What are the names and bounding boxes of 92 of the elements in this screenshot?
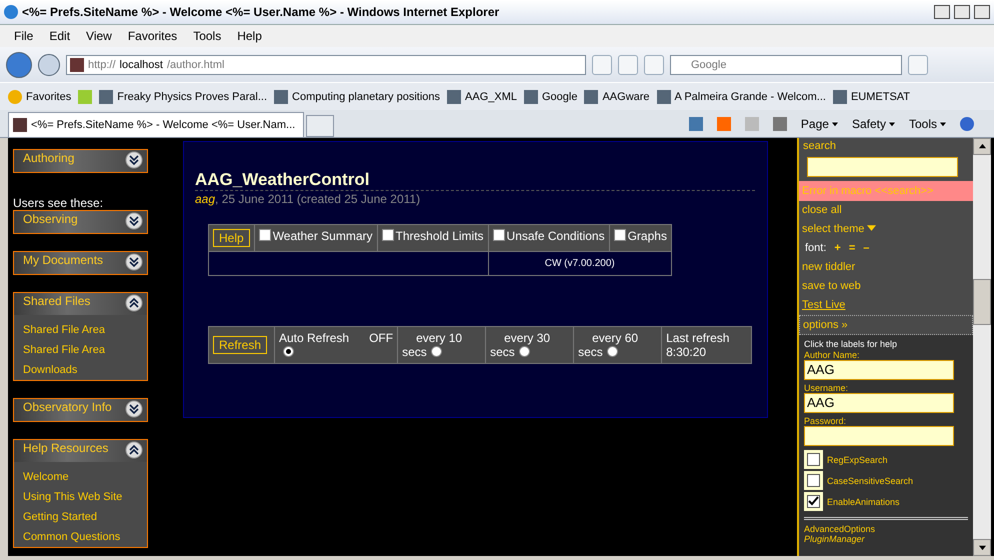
menu-item[interactable]: Edit (49, 29, 70, 43)
favorite-link[interactable]: A Palmeira Grande - Welcom... (656, 90, 826, 104)
menu-item[interactable]: View (86, 29, 112, 43)
menu-item[interactable]: File (14, 29, 34, 43)
collapse-icon[interactable] (125, 441, 143, 459)
expand-icon[interactable] (125, 151, 143, 169)
back-button[interactable] (6, 52, 32, 78)
caret-icon (940, 121, 946, 127)
option-checkbox[interactable] (804, 492, 823, 511)
expand-icon[interactable] (125, 212, 143, 230)
last-refresh-text: Last refresh 8:30:20 (662, 326, 752, 364)
field-label[interactable]: Author Name: (804, 350, 968, 360)
toggle-checkbox[interactable]: Graphs (609, 224, 672, 252)
font-size-button[interactable]: + (834, 242, 841, 255)
interval-option[interactable]: every 10 secs (398, 326, 486, 364)
minimize-button[interactable] (934, 5, 950, 19)
sidebar-link[interactable]: Downloads (23, 363, 138, 377)
interval-option[interactable]: every 30 secs (486, 326, 574, 364)
error-message: Error in macro <<search>> (799, 181, 973, 201)
options-link[interactable]: PluginManager (804, 534, 968, 544)
sidebar-link[interactable]: save to web (799, 277, 973, 296)
scroll-thumb[interactable] (973, 279, 991, 325)
font-size-button[interactable]: – (863, 242, 870, 255)
sidebar-link[interactable]: Shared File Area (23, 323, 138, 337)
refresh-button[interactable]: Refresh (213, 336, 268, 354)
favorite-link[interactable]: AAG_XML (447, 90, 517, 104)
maximize-button[interactable] (954, 5, 970, 19)
font-label: font: (805, 242, 826, 255)
sidebar-link[interactable]: Using This Web Site (23, 490, 138, 504)
options-hint: Click the labels for help (804, 339, 898, 349)
interval-option[interactable]: every 60 secs (574, 326, 662, 364)
checkbox-label[interactable]: EnableAnimations (827, 496, 900, 506)
option-checkbox[interactable] (804, 450, 823, 469)
menu-item[interactable]: Help (237, 29, 262, 43)
option-checkbox[interactable] (804, 471, 823, 490)
search-label: search (802, 139, 838, 154)
address-field[interactable]: http:// localhost /author.html (66, 54, 586, 74)
field-label[interactable]: Username: (804, 383, 968, 393)
field-label[interactable]: Password: (804, 416, 968, 426)
tiddler-subtitle: aag, 25 June 2011 (created 25 June 2011) (195, 192, 422, 206)
favorite-link[interactable]: AAGware (584, 90, 650, 104)
font-size-button[interactable]: = (848, 242, 856, 255)
up-arrow-icon (978, 143, 986, 150)
sidebar-link[interactable]: new tiddler (799, 258, 973, 277)
command-menu[interactable]: Tools (908, 117, 946, 131)
auto-refresh-option[interactable]: Auto Refresh OFF (274, 326, 398, 364)
toggle-checkbox[interactable]: Threshold Limits (377, 224, 488, 252)
tiddler-title: AAG_WeatherControl (195, 170, 370, 190)
sidebar-link[interactable]: Shared File Area (23, 343, 138, 357)
close-button[interactable] (974, 5, 990, 19)
menu-item[interactable]: Tools (193, 29, 222, 43)
dropdown-icon (867, 223, 876, 232)
sidebar-link[interactable]: Getting Started (23, 510, 138, 524)
favorite-link[interactable]: EUMETSAT (832, 90, 910, 104)
version-cell: CW (v7.00.200) (488, 252, 672, 276)
collapse-icon[interactable] (125, 294, 143, 312)
command-menu[interactable]: Page (800, 117, 838, 131)
sidebar-link[interactable]: Welcome (23, 470, 138, 484)
favorite-link[interactable]: Computing planetary positions (274, 90, 440, 104)
checkbox-label[interactable]: RegExpSearch (827, 454, 888, 464)
help-button[interactable]: Help (213, 229, 250, 247)
option-field[interactable] (804, 426, 954, 446)
command-menu[interactable]: Safety (852, 117, 895, 131)
new-tab-button[interactable] (306, 115, 334, 137)
scroll-down-button[interactable] (973, 539, 991, 556)
checkmark-icon (808, 496, 819, 507)
sidebar-note: Users see these: (13, 196, 104, 210)
sidebar-link[interactable]: Test Live (799, 296, 973, 315)
theme-menu[interactable]: select theme (799, 220, 973, 239)
forward-button[interactable] (38, 54, 60, 76)
option-field[interactable]: AAG (804, 360, 954, 380)
search-field[interactable]: Google (670, 54, 902, 74)
window-title: <%= Prefs.SiteName %> - Welcome <%= User.Name %> - Windows Internet Explorer (22, 5, 500, 19)
favorites-button[interactable]: Favorites (8, 90, 72, 104)
menu-item[interactable]: Favorites (128, 29, 178, 43)
options-link[interactable]: AdvancedOptions (804, 524, 968, 534)
caret-icon (832, 121, 838, 127)
favorite-link[interactable]: Google (524, 90, 578, 104)
caret-icon (888, 121, 895, 127)
favorite-link[interactable]: Freaky Physics Proves Paral... (99, 90, 268, 104)
expand-icon[interactable] (125, 253, 143, 271)
toggle-checkbox[interactable]: Unsafe Conditions (488, 224, 610, 252)
scroll-up-button[interactable] (973, 138, 991, 155)
checkbox-label[interactable]: CaseSensitiveSearch (827, 476, 914, 486)
search-field[interactable] (807, 157, 958, 177)
sidebar-link[interactable]: close all (799, 201, 973, 220)
sidebar-link[interactable]: Common Questions (23, 530, 138, 544)
option-field[interactable]: AAG (804, 393, 954, 413)
browser-tab[interactable]: <%= Prefs.SiteName %> - Welcome <%= User.Nam... (8, 112, 304, 137)
down-arrow-icon (978, 544, 986, 551)
expand-icon[interactable] (125, 400, 143, 418)
toggle-checkbox[interactable]: Weather Summary (254, 224, 377, 252)
